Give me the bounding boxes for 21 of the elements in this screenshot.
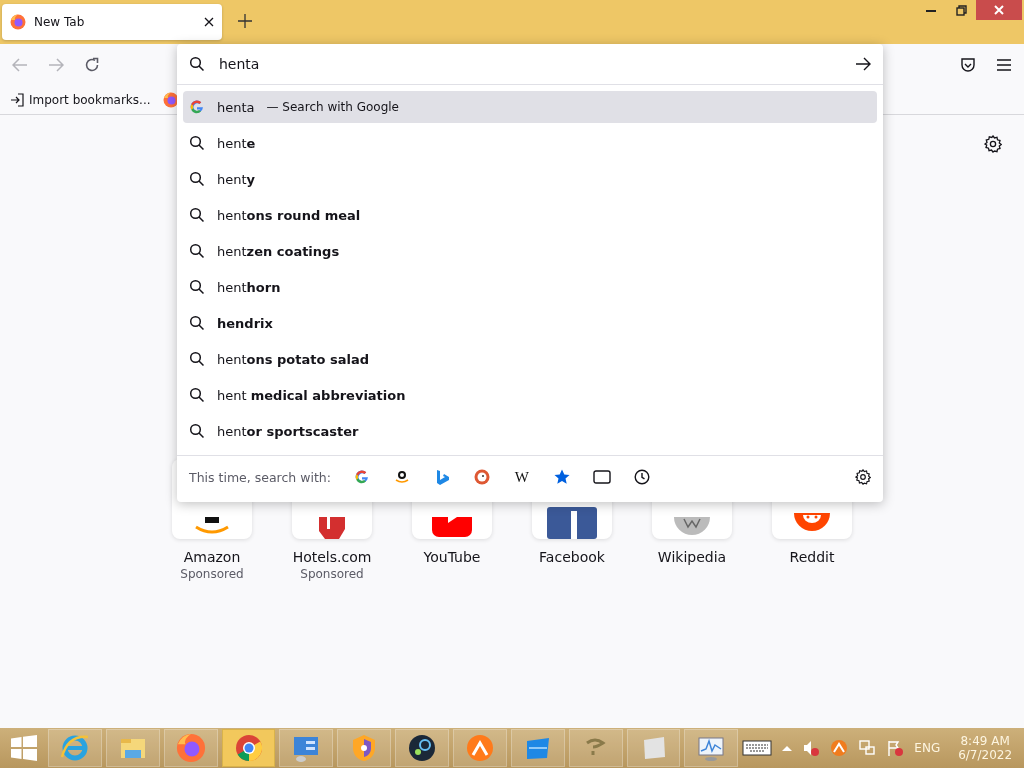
suggestion-text: henthorn (217, 279, 281, 295)
suggestion-text: hendrix (217, 315, 273, 331)
suggestion-text: henta (217, 99, 255, 115)
sponsored-label: Sponsored (300, 567, 364, 581)
site-title: Reddit (789, 549, 835, 565)
suggestion-text: hentzen coatings (217, 243, 340, 259)
site-title: Hotels.com (292, 549, 372, 565)
site-title: Amazon (183, 549, 241, 565)
site-title: Facebook (539, 549, 605, 565)
suggestion-text: hente (217, 135, 256, 151)
suggestion-text: hentor sportscaster (217, 423, 359, 439)
site-title: YouTube (423, 549, 481, 565)
site-title: Wikipedia (657, 549, 727, 565)
suggestion-text: henty (217, 171, 256, 187)
suggestion-note: — Search with Google (266, 100, 399, 114)
tab-title: New Tab (34, 15, 86, 29)
suggestion-text: hentons potato salad (217, 351, 369, 367)
sponsored-label: Sponsored (180, 567, 244, 581)
suggestion-text: hentons round meal (217, 207, 361, 223)
suggestion-text: hent medical abbreviation (217, 387, 406, 403)
search-with-label: This time, search with: (189, 469, 331, 485)
